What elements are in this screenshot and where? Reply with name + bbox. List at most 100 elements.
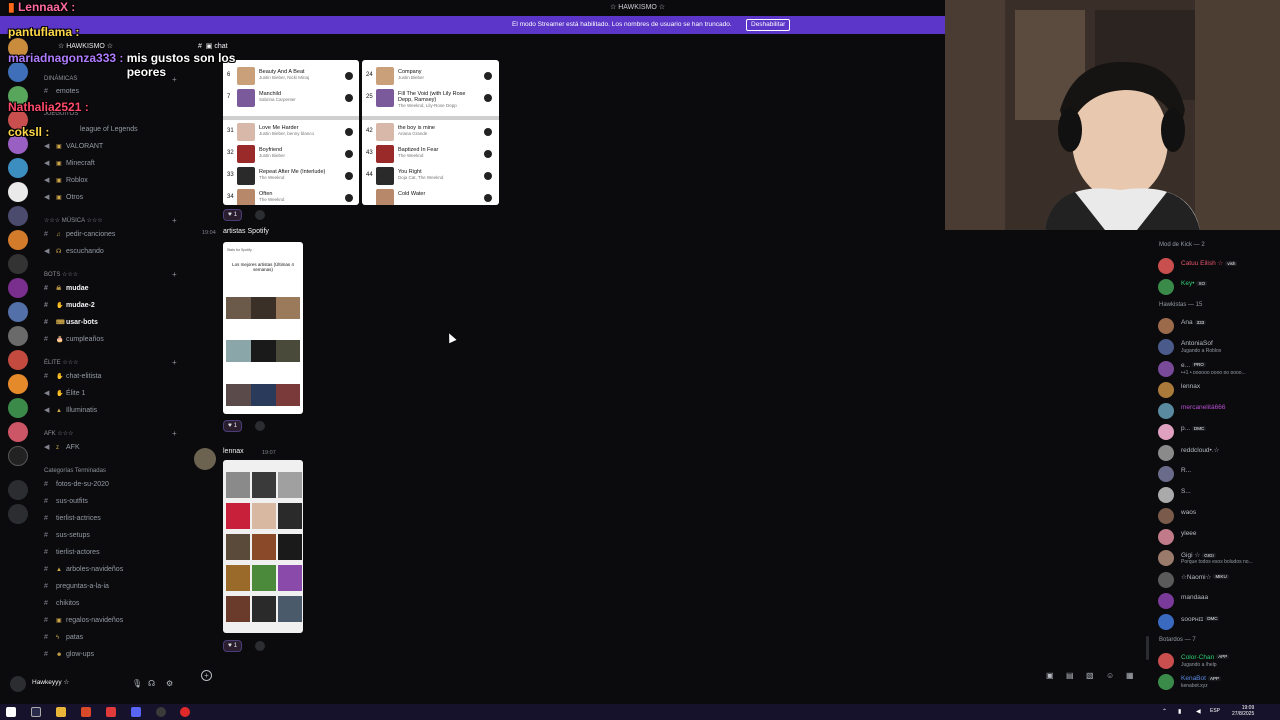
channel-cumpleanos[interactable]: # 🎂 cumpleaños	[44, 334, 104, 346]
song-row[interactable]: 43 Baptized In Fear The Weeknd	[362, 144, 499, 164]
song-row[interactable]: 7 Manchild Sabrina Carpenter	[223, 88, 359, 108]
server-icon[interactable]	[8, 230, 28, 250]
remove-icon[interactable]	[484, 194, 492, 202]
member-item[interactable]: AntoniaSof Jugando a Roblox	[1158, 337, 1280, 355]
category-terminadas[interactable]: Categorías Terminadas	[44, 468, 106, 474]
server-icon[interactable]	[8, 446, 28, 466]
channel-chat-elitista[interactable]: # ✋ chat-elitista	[44, 371, 101, 383]
song-row[interactable]: 25 Fill The Void (with Lily Rose Depp, Ra…	[362, 88, 499, 108]
channel-preguntas[interactable]: # preguntas-a-la-ia	[44, 581, 109, 593]
spotify-artists-image[interactable]: Stats for Spotify Los mejores artistas (…	[223, 242, 303, 414]
scrollbar[interactable]	[1146, 636, 1149, 660]
server-icon[interactable]	[8, 254, 28, 274]
volume-icon[interactable]: ◀	[1196, 708, 1201, 715]
song-row[interactable]: 24 Company Justin Bieber	[362, 66, 499, 86]
add-server-icon[interactable]	[8, 480, 28, 500]
member-item[interactable]: waos	[1158, 506, 1280, 524]
song-row[interactable]: 44 You Right Doja Cat, The Weeknd	[362, 166, 499, 186]
channel-fotos[interactable]: # fotos-de-su-2020	[44, 479, 109, 491]
song-row[interactable]: 33 Repeat After Me (Interlude) The Weeknd	[223, 166, 359, 186]
gif-icon[interactable]: ▤	[1066, 671, 1074, 680]
channel-pedir-canciones[interactable]: # ♫ pedir-canciones	[44, 229, 115, 241]
channel-mudae-2[interactable]: # ✋ mudae-2	[44, 300, 95, 312]
app-icon[interactable]	[106, 707, 116, 717]
remove-icon[interactable]	[484, 172, 492, 180]
app-icon[interactable]	[156, 707, 166, 717]
member-item[interactable]: Catuu Eilish ☆ vish	[1158, 256, 1280, 274]
apps-icon[interactable]: ▦	[1126, 671, 1134, 680]
member-item[interactable]: Color-Chan APP Jugando a /help	[1158, 651, 1280, 669]
channel-afk[interactable]: ◀ z AFK	[44, 442, 80, 454]
remove-icon[interactable]	[484, 150, 492, 158]
channel-illuminatis[interactable]: ◀ ▲ Illuminatis	[44, 405, 97, 417]
add-reaction-icon[interactable]	[255, 641, 265, 651]
category-musica[interactable]: ☆☆☆ MÚSICA ☆☆☆ +	[44, 216, 177, 225]
member-item[interactable]: S...	[1158, 485, 1280, 503]
channel-outfits[interactable]: # sus-outfits	[44, 496, 88, 508]
server-icon[interactable]	[8, 326, 28, 346]
member-item[interactable]: yleee	[1158, 527, 1280, 545]
channel-arboles[interactable]: # ▲ arboles-navideños	[44, 564, 123, 576]
heart-reaction[interactable]: ♥ 1	[223, 209, 243, 221]
message-composer[interactable]: + ▣ ▤ ▧ ☺ ▦	[196, 666, 1140, 686]
add-channel-icon[interactable]: +	[172, 358, 177, 367]
add-reaction-icon[interactable]	[255, 421, 265, 431]
channel-mudae[interactable]: # ☠ mudae	[44, 283, 89, 295]
song-row[interactable]: 34 Often The Weeknd	[223, 188, 359, 205]
channel-regalos[interactable]: # ▣ regalos-navideños	[44, 615, 123, 627]
channel-tierlist-actores[interactable]: # tierlist-actores	[44, 547, 100, 559]
remove-icon[interactable]	[345, 172, 353, 180]
discord-icon[interactable]	[131, 707, 141, 717]
channel-chikitos[interactable]: # chikitos	[44, 598, 79, 610]
server-icon[interactable]	[8, 398, 28, 418]
channel-escuchando[interactable]: ◀ ☊ escuchando	[44, 246, 104, 258]
server-icon[interactable]	[8, 278, 28, 298]
channel-usar-bots[interactable]: # ⌨usar-bots	[44, 317, 98, 329]
member-item[interactable]: ☆Naomi☆ MIKU	[1158, 570, 1280, 588]
channel-tierlist-actrices[interactable]: # tierlist-actrices	[44, 513, 101, 525]
artists-grid-image[interactable]	[223, 460, 303, 633]
song-list-image-right[interactable]: 24 Company Justin Bieber 25 Fill The Void (w…	[362, 60, 499, 205]
network-icon[interactable]: ▮	[1178, 708, 1181, 715]
sticker-icon[interactable]: ▧	[1086, 671, 1094, 680]
member-item[interactable]: KenaBot APP kenabot.xyz	[1158, 672, 1280, 690]
server-icon[interactable]	[8, 158, 28, 178]
server-icon[interactable]	[8, 350, 28, 370]
headphones-icon[interactable]: ☊	[148, 679, 155, 688]
message-author[interactable]: lennax	[223, 448, 244, 455]
attach-plus-icon[interactable]: +	[201, 670, 212, 681]
channel-setups[interactable]: # sus-setups	[44, 530, 90, 542]
member-item[interactable]: reddcloud•.☆	[1158, 443, 1280, 461]
add-channel-icon[interactable]: +	[172, 429, 177, 438]
server-name[interactable]: ☆ HAWKISMO ☆	[58, 42, 113, 50]
server-icon[interactable]	[8, 302, 28, 322]
song-list-image-left[interactable]: 6 Beauty And A Beat Justin Bieber, Nicki M…	[223, 60, 359, 205]
member-item[interactable]: mandaaa	[1158, 591, 1280, 609]
remove-icon[interactable]	[484, 72, 492, 80]
member-item[interactable]: R...	[1158, 464, 1280, 482]
song-row[interactable]: Cold Water	[362, 188, 499, 205]
browser-icon[interactable]	[81, 707, 91, 717]
category-elite[interactable]: ÉLITE ☆☆☆ +	[44, 358, 177, 367]
avatar[interactable]	[194, 448, 216, 470]
heart-reaction[interactable]: ♥ 1	[223, 640, 243, 652]
add-channel-icon[interactable]: +	[172, 270, 177, 279]
server-icon[interactable]	[8, 182, 28, 202]
remove-icon[interactable]	[345, 150, 353, 158]
channel-elite-1[interactable]: ◀ ✋ Élite 1	[44, 388, 85, 400]
server-icon[interactable]	[8, 206, 28, 226]
member-item[interactable]: Key• XO	[1158, 277, 1280, 295]
disable-streamer-button[interactable]: Deshabilitar	[746, 19, 791, 31]
channel-glow-ups[interactable]: # ☻ glow-ups	[44, 649, 94, 661]
remove-icon[interactable]	[345, 128, 353, 136]
clock[interactable]: 19:09 27/8/2025	[1232, 705, 1254, 717]
windows-start-icon[interactable]	[6, 707, 16, 717]
channel-patas[interactable]: # ϟ patas	[44, 632, 83, 644]
song-row[interactable]: 32 Boyfriend Justin Bieber	[223, 144, 359, 164]
channel-emotes[interactable]: # emotes	[44, 86, 79, 98]
remove-icon[interactable]	[345, 94, 353, 102]
search-icon[interactable]	[31, 707, 41, 717]
channel-roblox[interactable]: ◀ ▣ Roblox	[44, 175, 88, 187]
category-bots[interactable]: BOTS ☆☆☆ +	[44, 270, 177, 279]
emoji-icon[interactable]: ☺	[1106, 671, 1114, 680]
